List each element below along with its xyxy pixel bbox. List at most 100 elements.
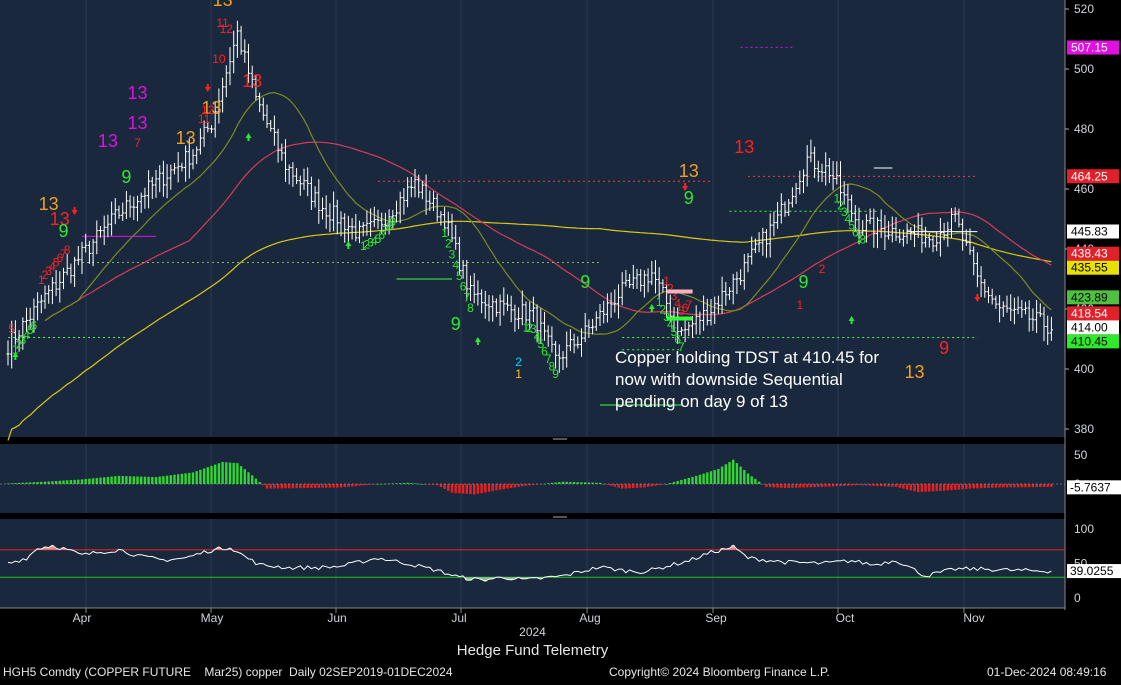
macd-bar [813, 484, 816, 488]
price-label: 423.89 [1071, 290, 1108, 304]
macd-bar [280, 484, 283, 489]
macd-bar [510, 484, 513, 489]
macd-bar [979, 484, 983, 489]
td-setup-count: 9 [552, 367, 559, 381]
rsi-panel [0, 519, 1065, 608]
macd-bar [987, 484, 990, 488]
macd-bar [702, 473, 705, 484]
macd-bar [295, 484, 298, 489]
x-axis-month-label: Oct [836, 611, 855, 625]
macd-bar [221, 461, 224, 484]
macd-bar [757, 481, 761, 484]
macd-bar [276, 484, 280, 489]
macd-bar [228, 462, 232, 484]
rsi-value-label: 39.0255 [1070, 564, 1114, 578]
macd-bar [487, 484, 491, 492]
td-setup-count: 9 [389, 215, 396, 229]
td-count-label: 13 [734, 137, 754, 157]
macd-bar [831, 484, 835, 487]
footer-copyright: Copyright© 2024 Bloomberg Finance L.P. [609, 665, 830, 679]
macd-bar [239, 466, 243, 484]
macd-bar [746, 473, 750, 484]
macd-bar [787, 484, 790, 488]
td-count-label: 1 [515, 367, 522, 381]
macd-bar [1050, 484, 1053, 487]
macd-bar [683, 478, 687, 484]
macd-bar [310, 484, 313, 488]
macd-bar [991, 484, 994, 488]
macd-bar [454, 484, 457, 493]
td-count-label: 10 [212, 52, 226, 66]
price-tick-label: 500 [1074, 62, 1094, 76]
macd-bar [484, 484, 487, 493]
macd-bar [1031, 484, 1035, 488]
price-tick-label: 520 [1074, 2, 1094, 16]
macd-bar [66, 480, 69, 484]
macd-bar [328, 484, 332, 488]
macd-bar [103, 477, 106, 484]
macd-bar [40, 481, 43, 484]
macd-bar [47, 481, 50, 484]
td-count-label: 5 [8, 322, 15, 336]
macd-bar [254, 478, 258, 484]
macd-bar [132, 476, 135, 484]
macd-bar [339, 484, 343, 488]
macd-bar [165, 475, 169, 484]
td-count-label: 13 [213, 0, 233, 10]
macd-bar [491, 484, 494, 492]
macd-bar [502, 484, 505, 490]
macd-bar [321, 484, 324, 488]
macd-bar [769, 484, 772, 488]
macd-bar [177, 474, 180, 484]
footer-timestamp: 01-Dec-2024 08:49:16 [987, 665, 1107, 679]
macd-bar [258, 481, 261, 484]
price-label: 507.15 [1071, 41, 1108, 55]
macd-bar [791, 484, 794, 488]
macd-bar [806, 484, 809, 488]
td-count-label: 9 [684, 188, 694, 208]
macd-bar [720, 466, 724, 484]
macd-bar [232, 462, 235, 484]
x-axis-month-label: Jul [451, 611, 466, 625]
macd-bar [88, 478, 91, 484]
macd-bar [58, 480, 61, 484]
macd-bar [214, 464, 217, 484]
footer-ticker: HGH5 Comdty (COPPER FUTURE Mar25) copper… [3, 665, 453, 679]
td-setup-count: 7 [685, 298, 692, 312]
macd-bar [473, 484, 476, 495]
macd-bar [857, 484, 861, 486]
macd-bar [894, 484, 898, 487]
macd-bar [151, 476, 154, 484]
macd-bar [1009, 484, 1012, 488]
macd-bar [794, 484, 798, 488]
td-marker [666, 289, 693, 294]
td-count-label: 2 [819, 262, 826, 276]
macd-bar [517, 484, 520, 487]
macd-bar [247, 472, 250, 484]
macd-bar [983, 484, 986, 489]
macd-bar [691, 476, 694, 484]
price-label: 414.00 [1071, 320, 1108, 334]
macd-bar [1042, 484, 1046, 487]
macd-bar [184, 473, 187, 484]
macd-bar [291, 484, 295, 489]
macd-bar [354, 484, 357, 487]
macd-bar [883, 484, 887, 487]
td-count-label: 9 [798, 272, 808, 292]
macd-bar [713, 470, 716, 484]
macd-bar [935, 484, 938, 492]
macd-bar [413, 483, 417, 485]
macd-bar [817, 484, 820, 488]
macd-bar [931, 484, 935, 492]
macd-bar [1035, 484, 1038, 488]
macd-bar [635, 484, 639, 488]
macd-bar [732, 459, 735, 484]
macd-bar [180, 473, 184, 484]
macd-bar [236, 463, 239, 484]
x-axis-month-label: Nov [963, 611, 984, 625]
macd-bar [458, 484, 461, 494]
x-axis-year: 2024 [519, 625, 546, 639]
macd-bar [909, 484, 912, 491]
macd-bar [69, 480, 73, 484]
macd-bar [1020, 484, 1023, 488]
